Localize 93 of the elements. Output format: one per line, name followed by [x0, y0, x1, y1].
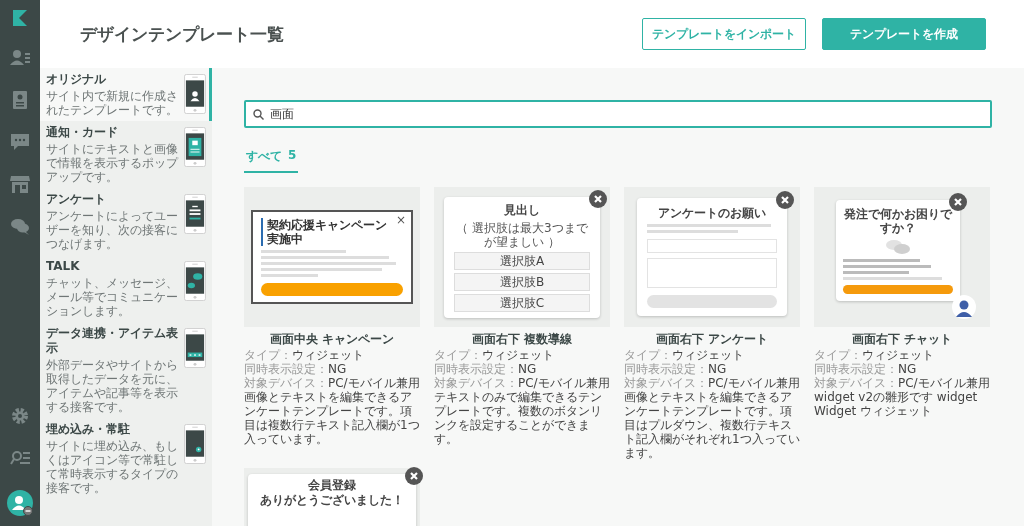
phone-screen-icon	[184, 194, 206, 234]
type-label: タイプ：	[624, 348, 672, 362]
store-icon[interactable]	[10, 174, 30, 194]
concurrent-value: NG	[328, 362, 347, 376]
blurred-text	[261, 274, 318, 277]
settings-icon[interactable]	[10, 406, 30, 426]
category-title: アンケート	[46, 192, 107, 207]
phone-screen-icon	[184, 261, 206, 301]
phone-screen-icon	[184, 127, 206, 167]
device-value: PC/モバイル兼用	[518, 376, 610, 390]
type-value: ウィジェット	[292, 348, 364, 362]
tab-label: すべて	[246, 148, 282, 165]
device-label: 対象デバイス：	[624, 376, 708, 390]
popup-note: （ 選択肢は最大3つまでが望ましい ）	[455, 220, 589, 249]
template-preview[interactable]: 発注で何かお困りですか？	[814, 187, 990, 327]
template-name: 画面中央 キャンペーン	[268, 332, 396, 347]
device-label: 対象デバイス：	[814, 376, 898, 390]
page-title: デザインテンプレート一覧	[80, 22, 285, 46]
category-description: アンケートによってユーザーを知り、次の接客につなげます。	[46, 209, 179, 251]
category-item[interactable]: オリジナル サイト内で新規に作成されたテンプレートです。	[40, 68, 212, 121]
blurred-text	[843, 270, 909, 274]
concurrent-value: NG	[518, 362, 537, 376]
popup-heading: 発注で何かお困りですか？	[843, 206, 953, 235]
template-preview[interactable]: アンケートのお願い	[624, 187, 800, 327]
popup-heading: 見出し	[503, 202, 541, 218]
category-title: 通知・カード	[46, 125, 119, 140]
close-icon	[405, 467, 423, 485]
logo-icon[interactable]	[13, 10, 27, 26]
category-title: データ連携・アイテム表示	[46, 326, 179, 356]
popup-heading: 契約応援キャンペーン実施中	[261, 218, 393, 246]
template-description: 画像とテキストを編集できるアンケートテンプレートです。項目は複数行テキスト記入欄が1つ入っています。	[244, 390, 420, 446]
category-description: サイトに埋め込み、もしくはアイコン等で常駐して常時表示するタイプの接客です。	[46, 439, 179, 495]
close-icon	[949, 192, 967, 211]
phone-screen-icon	[184, 424, 206, 464]
category-item[interactable]: TALK チャット、メッセージ、メール等でコミュニケーションします。	[40, 255, 212, 322]
popup-text: 会員登録	[307, 478, 357, 493]
tab-count: 5	[288, 148, 297, 164]
template-description: テキストのみで編集できるテンプレートです。複数のボタンリンクを設定することができます。	[434, 390, 603, 446]
choice-button: 選択肢C	[454, 293, 590, 312]
choice-button: 選択肢A	[454, 251, 590, 270]
close-text: ×	[395, 213, 406, 227]
type-value: ウィジェット	[482, 348, 554, 362]
template-preview[interactable]: × 契約応援キャンペーン実施中	[244, 187, 420, 327]
search-field[interactable]: 画面	[244, 100, 992, 128]
concurrent-label: 同時表示設定：	[814, 362, 898, 376]
type-label: タイプ：	[244, 348, 292, 362]
template-name: 画面右下 複数導線	[470, 332, 574, 347]
phone-screen-icon	[184, 74, 206, 114]
type-label: タイプ：	[434, 348, 482, 362]
type-label: タイプ：	[814, 348, 862, 362]
concurrent-label: 同時表示設定：	[244, 362, 328, 376]
popup-heading: アンケートのお願い	[657, 206, 767, 221]
template-name: 画面右下 チャット	[850, 332, 954, 347]
choice-button: 選択肢B	[454, 272, 590, 291]
avatar-icon	[952, 295, 976, 319]
contact-card-icon[interactable]	[10, 90, 30, 110]
device-label: 対象デバイス：	[434, 376, 518, 390]
template-preview[interactable]: 会員登録 ありがとうございました！	[244, 468, 420, 526]
popup-text: ありがとうございました！	[259, 493, 405, 508]
device-value: PC/モバイル兼用	[898, 376, 990, 390]
user-list-icon[interactable]	[10, 48, 30, 68]
category-title: TALK	[46, 259, 81, 274]
category-description: 外部データやサイトから取得したデータを元に、アイテムや記事等を表示する接客です。	[46, 358, 179, 414]
concurrent-label: 同時表示設定：	[434, 362, 518, 376]
search-icon	[253, 109, 264, 120]
chat-icon[interactable]	[10, 132, 30, 152]
device-value: PC/モバイル兼用	[708, 376, 800, 390]
concurrent-value: NG	[898, 362, 917, 376]
template-description: 画像とテキストを編集できるアンケートテンプレートです。項目はプルダウン、複数行テキスト記入欄がそれぞれ1つ入っています。	[624, 390, 800, 460]
close-icon	[589, 189, 607, 208]
concurrent-label: 同時表示設定：	[624, 362, 708, 376]
category-description: サイトにテキストと画像で情報を表示するポップアップです。	[46, 142, 180, 184]
device-value: PC/モバイル兼用	[328, 376, 420, 390]
chat-bubbles-icon[interactable]	[10, 216, 30, 236]
category-item[interactable]: 埋め込み・常駐 サイトに埋め込み、もしくはアイコン等で常駐して常時表示するタイプの接客です。	[40, 418, 212, 499]
concurrent-value: NG	[708, 362, 727, 376]
type-value: ウィジェット	[862, 348, 934, 362]
template-preview[interactable]: 見出し （ 選択肢は最大3つまでが望ましい ） 選択肢A 選択肢B 選択肢C	[434, 187, 610, 327]
category-item[interactable]: 通知・カード サイトにテキストと画像で情報を表示するポップアップです。	[40, 121, 212, 188]
close-icon	[776, 191, 794, 209]
phone-screen-icon	[184, 328, 206, 368]
category-description: サイト内で新規に作成されたテンプレートです。	[46, 89, 179, 117]
category-item[interactable]: データ連携・アイテム表示 外部データやサイトから取得したデータを元に、アイテムや記事等を表示する接客です。	[40, 322, 212, 418]
template-description: widget v2の雛形です widget Widget ウィジェット	[814, 390, 979, 418]
category-description: チャット、メッセージ、メール等でコミュニケーションします。	[46, 276, 179, 318]
avatar-icon[interactable]	[7, 490, 33, 516]
qa-bubbles-icon	[885, 238, 911, 255]
type-value: ウィジェット	[672, 348, 744, 362]
category-item[interactable]: アンケート アンケートによってユーザーを知り、次の接客につなげます。	[40, 188, 212, 255]
template-name: 画面右下 アンケート	[654, 332, 770, 347]
category-title: 埋め込み・常駐	[46, 422, 131, 437]
device-label: 対象デバイス：	[244, 376, 328, 390]
category-title: オリジナル	[46, 72, 107, 87]
